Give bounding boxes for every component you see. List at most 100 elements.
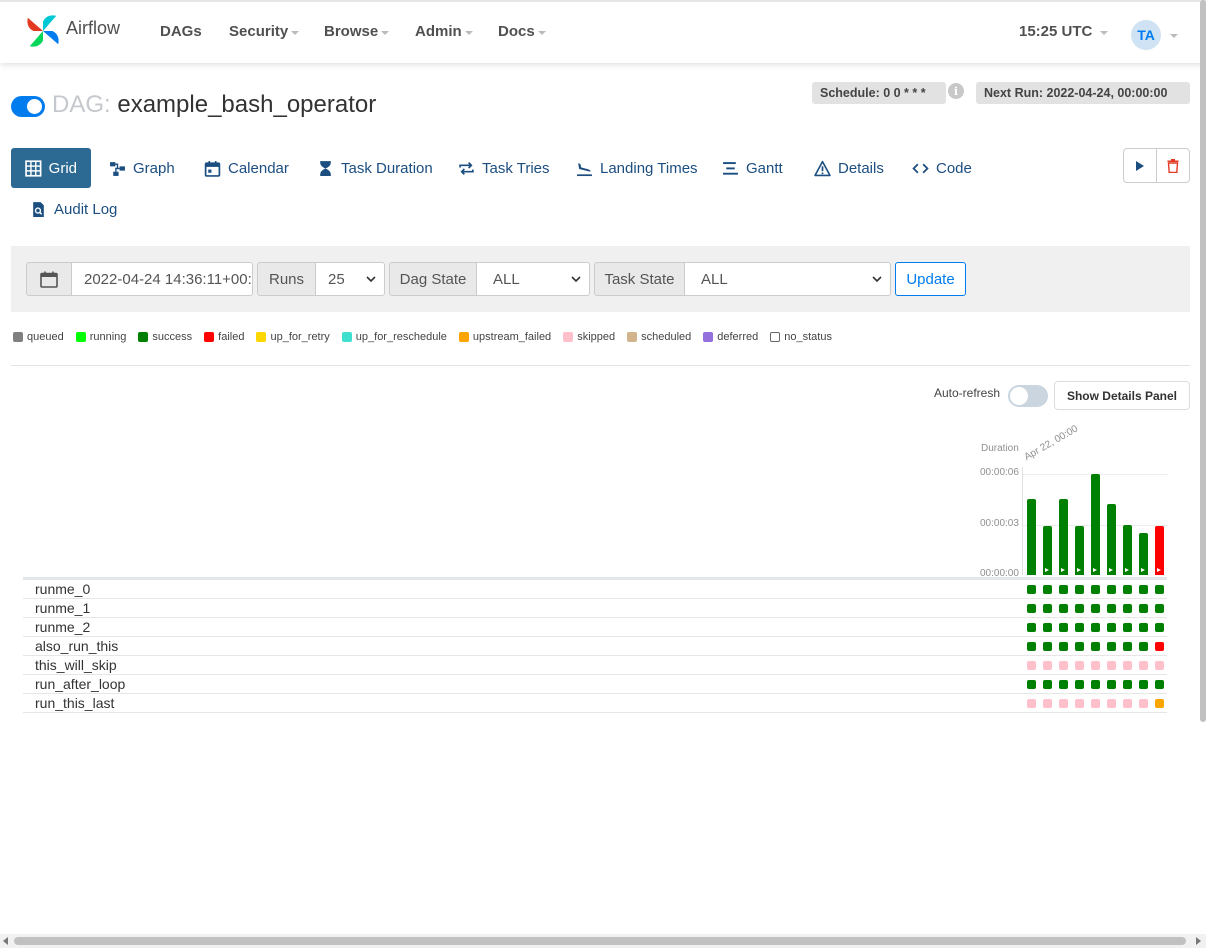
task-instance-cell[interactable] <box>1155 699 1164 708</box>
task-instance-cell[interactable] <box>1043 699 1052 708</box>
tab-landing-times[interactable]: Landing Times <box>576 148 698 188</box>
task-instance-cell[interactable] <box>1107 585 1116 594</box>
task-instance-cell[interactable] <box>1139 699 1148 708</box>
task-row[interactable]: runme_0 <box>23 580 1167 599</box>
dag-state-select[interactable]: ALL <box>476 262 590 296</box>
dag-run-bar[interactable] <box>1139 532 1148 575</box>
user-avatar[interactable]: TA <box>1131 20 1161 50</box>
legend-item-failed[interactable]: failed <box>204 331 244 343</box>
brand-logo[interactable]: Airflow <box>24 12 120 50</box>
task-instance-cell[interactable] <box>1139 623 1148 632</box>
tab-calendar[interactable]: Calendar <box>204 148 289 188</box>
legend-item-up-for-reschedule[interactable]: up_for_reschedule <box>341 331 447 343</box>
tab-task-tries[interactable]: Task Tries <box>458 148 550 188</box>
task-instance-cell[interactable] <box>1059 604 1068 613</box>
task-instance-cell[interactable] <box>1123 642 1132 651</box>
nav-admin[interactable]: Admin <box>415 23 473 40</box>
auto-refresh-toggle[interactable] <box>1008 385 1048 407</box>
task-instance-cell[interactable] <box>1155 623 1164 632</box>
dag-run-bar[interactable] <box>1123 524 1132 575</box>
dag-run-bar[interactable] <box>1059 499 1068 575</box>
task-row[interactable]: this_will_skip <box>23 656 1167 675</box>
task-instance-cell[interactable] <box>1043 604 1052 613</box>
task-instance-cell[interactable] <box>1107 661 1116 670</box>
task-instance-cell[interactable] <box>1075 680 1084 689</box>
dag-run-bar[interactable] <box>1043 526 1052 575</box>
task-instance-cell[interactable] <box>1107 604 1116 613</box>
task-instance-cell[interactable] <box>1059 680 1068 689</box>
dag-run-bar[interactable] <box>1155 526 1164 575</box>
task-instance-cell[interactable] <box>1091 642 1100 651</box>
runs-select[interactable]: 25 <box>315 262 385 296</box>
legend-item-queued[interactable]: queued <box>13 331 64 343</box>
tab-task-duration[interactable]: Task Duration <box>317 148 433 188</box>
task-name[interactable]: runme_1 <box>35 600 90 616</box>
tab-graph[interactable]: Graph <box>109 148 175 188</box>
vertical-scrollbar[interactable] <box>1200 0 1206 722</box>
legend-item-up-for-retry[interactable]: up_for_retry <box>256 331 330 343</box>
legend-item-upstream-failed[interactable]: upstream_failed <box>458 331 551 343</box>
task-instance-cell[interactable] <box>1027 642 1036 651</box>
nav-docs[interactable]: Docs <box>498 23 546 40</box>
delete-dag-button[interactable] <box>1156 149 1189 182</box>
task-instance-cell[interactable] <box>1155 661 1164 670</box>
task-name[interactable]: runme_2 <box>35 619 90 635</box>
tab-details[interactable]: Details <box>814 148 884 188</box>
task-instance-cell[interactable] <box>1059 661 1068 670</box>
task-name[interactable]: run_after_loop <box>35 676 125 692</box>
task-name[interactable]: also_run_this <box>35 638 118 654</box>
task-instance-cell[interactable] <box>1075 661 1084 670</box>
task-instance-cell[interactable] <box>1123 680 1132 689</box>
nav-browse[interactable]: Browse <box>324 23 390 40</box>
task-row[interactable]: run_this_last <box>23 694 1167 713</box>
nav-dags[interactable]: DAGs <box>160 23 202 40</box>
dag-run-bar[interactable] <box>1107 504 1116 575</box>
task-instance-cell[interactable] <box>1027 604 1036 613</box>
task-name[interactable]: run_this_last <box>35 695 114 711</box>
task-instance-cell[interactable] <box>1123 585 1132 594</box>
task-instance-cell[interactable] <box>1139 661 1148 670</box>
task-instance-cell[interactable] <box>1059 642 1068 651</box>
dag-run-bar[interactable] <box>1091 474 1100 575</box>
task-instance-cell[interactable] <box>1107 642 1116 651</box>
legend-item-scheduled[interactable]: scheduled <box>627 331 691 343</box>
dag-pause-toggle[interactable] <box>11 96 45 117</box>
show-details-panel-button[interactable]: Show Details Panel <box>1054 381 1190 410</box>
task-instance-cell[interactable] <box>1091 623 1100 632</box>
legend-item-success[interactable]: success <box>138 331 192 343</box>
date-picker-button[interactable] <box>26 262 72 296</box>
task-instance-cell[interactable] <box>1155 680 1164 689</box>
task-instance-cell[interactable] <box>1075 642 1084 651</box>
task-instance-cell[interactable] <box>1123 699 1132 708</box>
task-instance-cell[interactable] <box>1059 623 1068 632</box>
update-button[interactable]: Update <box>895 262 966 296</box>
task-instance-cell[interactable] <box>1091 604 1100 613</box>
clock-dropdown[interactable]: 15:25 UTC <box>1019 23 1109 40</box>
chevron-down-icon[interactable] <box>1170 34 1178 38</box>
task-instance-cell[interactable] <box>1043 623 1052 632</box>
tab-code[interactable]: Code <box>912 148 972 188</box>
task-instance-cell[interactable] <box>1155 642 1164 651</box>
legend-item-running[interactable]: running <box>75 331 126 343</box>
task-instance-cell[interactable] <box>1123 604 1132 613</box>
task-state-select[interactable]: ALL <box>684 262 891 296</box>
task-instance-cell[interactable] <box>1059 699 1068 708</box>
tab-audit-log[interactable]: Audit Log <box>30 189 117 229</box>
horizontal-scrollbar[interactable] <box>0 934 1206 948</box>
task-instance-cell[interactable] <box>1027 623 1036 632</box>
task-row[interactable]: also_run_this <box>23 637 1167 656</box>
task-name[interactable]: runme_0 <box>35 581 90 597</box>
horizontal-scrollbar-thumb[interactable] <box>14 937 1186 945</box>
task-instance-cell[interactable] <box>1075 623 1084 632</box>
task-instance-cell[interactable] <box>1155 585 1164 594</box>
task-instance-cell[interactable] <box>1123 661 1132 670</box>
task-instance-cell[interactable] <box>1155 604 1164 613</box>
task-instance-cell[interactable] <box>1123 623 1132 632</box>
task-instance-cell[interactable] <box>1091 585 1100 594</box>
task-instance-cell[interactable] <box>1139 604 1148 613</box>
dag-run-bar[interactable] <box>1027 499 1036 575</box>
task-instance-cell[interactable] <box>1027 699 1036 708</box>
task-instance-cell[interactable] <box>1043 642 1052 651</box>
task-instance-cell[interactable] <box>1107 680 1116 689</box>
task-instance-cell[interactable] <box>1043 661 1052 670</box>
